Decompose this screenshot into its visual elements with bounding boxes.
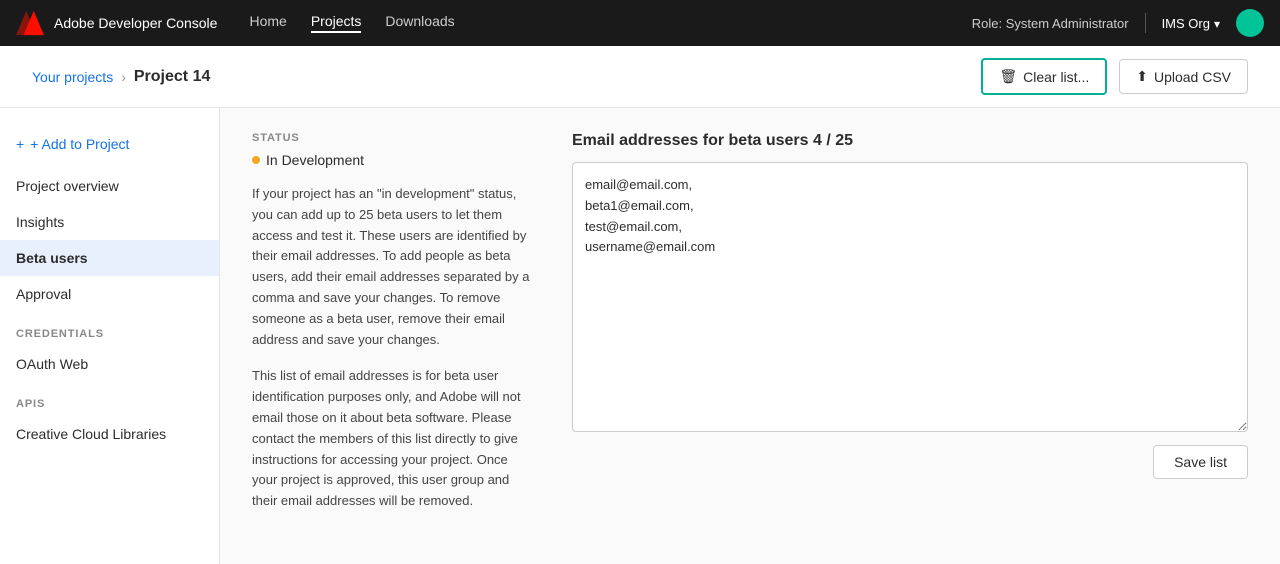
status-label: STATUS (252, 132, 532, 144)
plus-icon: + (16, 136, 24, 152)
credentials-section-label: CREDENTIALS (0, 312, 219, 346)
sidebar-item-approval[interactable]: Approval (0, 276, 219, 312)
status-dot-icon (252, 156, 260, 164)
sidebar-item-project-overview[interactable]: Project overview (0, 168, 219, 204)
nav-downloads[interactable]: Downloads (385, 13, 454, 33)
adobe-icon (16, 9, 44, 37)
app-name: Adobe Developer Console (54, 15, 217, 31)
org-selector[interactable]: IMS Org (1162, 16, 1220, 31)
add-to-project-label: + Add to Project (30, 136, 129, 152)
oauth-web-label: OAuth Web (16, 356, 88, 372)
sidebar-item-oauth-web[interactable]: OAuth Web (0, 346, 219, 382)
info-paragraph-1: If your project has an "in development" … (252, 184, 532, 350)
sidebar: + + Add to Project Project overview Insi… (0, 108, 220, 564)
trash-icon: 🗑 (999, 68, 1017, 85)
save-list-row: Save list (572, 445, 1248, 479)
email-panel: Email addresses for beta users 4 / 25 em… (572, 132, 1248, 540)
save-list-button[interactable]: Save list (1153, 445, 1248, 479)
breadcrumb-current: Project 14 (134, 68, 210, 86)
breadcrumb-actions: 🗑 Clear list... ⬆ Upload CSV (981, 58, 1248, 95)
sidebar-item-beta-users[interactable]: Beta users (0, 240, 219, 276)
breadcrumb-separator: › (121, 69, 126, 85)
main-layout: + + Add to Project Project overview Insi… (0, 108, 1280, 564)
org-name: IMS Org (1162, 16, 1210, 31)
breadcrumb: Your projects › Project 14 (32, 68, 210, 86)
sidebar-item-insights[interactable]: Insights (0, 204, 219, 240)
sidebar-approval-label: Approval (16, 286, 71, 302)
sidebar-item-creative-cloud[interactable]: Creative Cloud Libraries (0, 416, 219, 452)
nav-links: Home Projects Downloads (249, 13, 971, 33)
nav-right: Role: System Administrator IMS Org (972, 9, 1264, 37)
main-content: STATUS In Development If your project ha… (220, 108, 1280, 564)
email-textarea[interactable]: email@email.com, beta1@email.com, test@e… (572, 162, 1248, 432)
status-value: In Development (266, 152, 364, 168)
breadcrumb-parent[interactable]: Your projects (32, 69, 113, 85)
nav-home[interactable]: Home (249, 13, 286, 33)
upload-csv-label: Upload CSV (1154, 69, 1231, 85)
sidebar-beta-users-label: Beta users (16, 250, 88, 266)
nav-projects[interactable]: Projects (311, 13, 362, 33)
chevron-down-icon (1214, 16, 1220, 31)
upload-csv-button[interactable]: ⬆ Upload CSV (1119, 59, 1248, 94)
clear-list-label: Clear list... (1023, 69, 1089, 85)
clear-list-button[interactable]: 🗑 Clear list... (981, 58, 1107, 95)
creative-cloud-label: Creative Cloud Libraries (16, 426, 166, 442)
nav-divider (1145, 13, 1146, 33)
sidebar-project-overview-label: Project overview (16, 178, 119, 194)
email-panel-title: Email addresses for beta users 4 / 25 (572, 132, 1248, 150)
apis-section-label: APIS (0, 382, 219, 416)
breadcrumb-bar: Your projects › Project 14 🗑 Clear list.… (0, 46, 1280, 108)
app-logo: Adobe Developer Console (16, 9, 217, 37)
info-paragraph-2: This list of email addresses is for beta… (252, 366, 532, 512)
user-role: Role: System Administrator (972, 16, 1129, 31)
info-panel: STATUS In Development If your project ha… (252, 132, 532, 540)
status-badge: In Development (252, 152, 532, 168)
top-navigation: Adobe Developer Console Home Projects Do… (0, 0, 1280, 46)
user-avatar[interactable] (1236, 9, 1264, 37)
upload-icon: ⬆ (1136, 68, 1148, 85)
add-to-project-button[interactable]: + + Add to Project (0, 128, 145, 168)
sidebar-insights-label: Insights (16, 214, 64, 230)
